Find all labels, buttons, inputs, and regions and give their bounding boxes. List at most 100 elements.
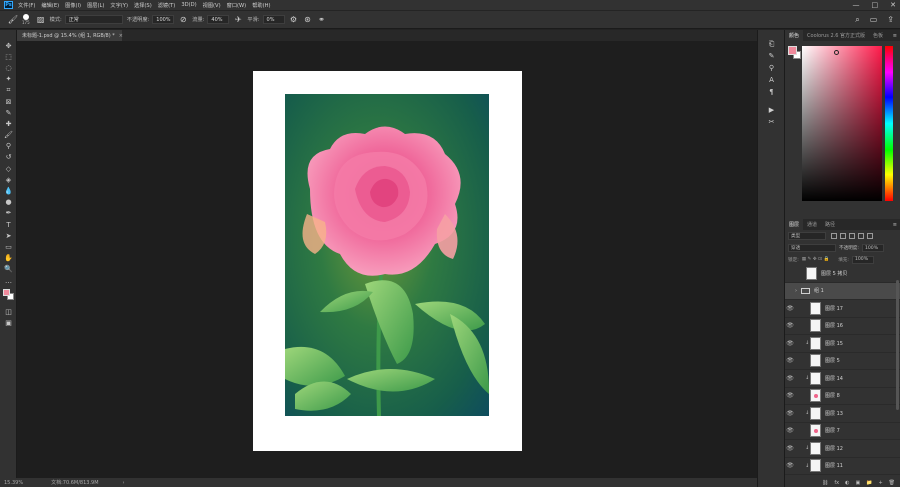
tab-coolorus[interactable]: Coolorus 2.6 官方正式版 (803, 30, 869, 41)
visibility-eye-icon[interactable]: 👁 (785, 340, 795, 347)
new-group-icon[interactable]: 📁 (866, 480, 872, 486)
menu-item-3[interactable]: 图层(L) (87, 2, 104, 9)
menu-item-0[interactable]: 文件(F) (18, 2, 35, 9)
document-tab[interactable]: 未标题-1.psd @ 15.4% (组 1, RGB/8) * × (17, 30, 123, 41)
close-tab-icon[interactable]: × (119, 33, 123, 39)
marquee-tool-icon[interactable]: ⬚ (0, 51, 17, 62)
blur-tool-icon[interactable]: 💧 (0, 185, 17, 196)
fill-field[interactable]: 100% (851, 255, 874, 264)
menu-item-4[interactable]: 文字(Y) (110, 2, 128, 9)
brush-settings-panel-icon[interactable]: ✎ (758, 50, 785, 62)
menu-item-7[interactable]: 3D(D) (181, 2, 196, 9)
layer-row[interactable]: 👁 ↓ 图层 12 (785, 440, 900, 458)
frame-tool-icon[interactable]: ⊠ (0, 96, 17, 107)
tools-settings-icon[interactable]: ✂ (758, 116, 785, 128)
eyedropper-icon[interactable]: ✎ (0, 107, 17, 118)
dodge-tool-icon[interactable]: ● (0, 197, 17, 208)
rose-artwork[interactable] (285, 94, 489, 416)
filter-shape-icon[interactable] (858, 233, 864, 239)
filter-type-icon[interactable] (849, 233, 855, 239)
layer-row[interactable]: › 组 1 (785, 282, 900, 300)
opacity-field[interactable]: 100% (152, 15, 175, 24)
clone-stamp-icon[interactable]: ⚲ (0, 141, 17, 152)
screen-mode-icon[interactable]: ▣ (0, 317, 17, 328)
menu-item-9[interactable]: 窗口(W) (227, 2, 247, 9)
menu-item-2[interactable]: 图像(I) (65, 2, 81, 9)
menu-item-6[interactable]: 滤镜(T) (158, 2, 176, 9)
magic-wand-icon[interactable]: ✦ (0, 74, 17, 85)
visibility-eye-icon[interactable]: 👁 (785, 445, 795, 452)
new-adjustment-icon[interactable]: ▣ (855, 480, 860, 486)
zoom-readout[interactable]: 15.39% (4, 480, 23, 486)
canvas-area[interactable] (17, 41, 757, 478)
flow-field[interactable]: 40% (207, 15, 230, 24)
panel-foreground-swatch[interactable] (788, 46, 797, 55)
smoothing-settings-icon[interactable]: ⚙ (289, 15, 299, 25)
filter-kind-select[interactable]: 类型 (788, 232, 826, 240)
filter-adjustment-icon[interactable] (840, 233, 846, 239)
smoothing-field[interactable]: 0% (262, 15, 285, 24)
lasso-tool-icon[interactable]: ◌ (0, 62, 17, 73)
shape-tool-icon[interactable]: ▭ (0, 241, 17, 252)
add-style-icon[interactable]: fx (834, 480, 839, 486)
maximize-button[interactable]: □ (872, 1, 879, 9)
paint-bucket-icon[interactable]: ◈ (0, 174, 17, 185)
menu-item-8[interactable]: 视图(V) (203, 2, 221, 9)
search-icon[interactable]: ⌕ (855, 15, 859, 25)
tab-layers[interactable]: 图层 (785, 219, 804, 230)
pressure-size-icon[interactable]: ⊛ (303, 15, 313, 25)
airbrush-icon[interactable]: ✈ (233, 15, 243, 25)
visibility-eye-icon[interactable]: 👁 (785, 357, 795, 364)
layer-row[interactable]: 👁 图层 17 (785, 300, 900, 318)
layer-row[interactable]: 👁 ↓ 图层 15 (785, 335, 900, 353)
layer-opacity-field[interactable]: 100% (861, 244, 884, 252)
path-select-icon[interactable]: ➤ (0, 230, 17, 241)
tab-channels[interactable]: 通道 (803, 219, 821, 230)
layer-row[interactable]: 👁 ↓ 图层 11 (785, 458, 900, 475)
foreground-color-swatch[interactable] (3, 289, 10, 297)
eraser-icon[interactable]: ◇ (0, 163, 17, 174)
share-icon[interactable]: ⇪ (887, 15, 894, 25)
mode-select[interactable]: 正常 (64, 15, 123, 24)
tab-swatches[interactable]: 色板 (869, 30, 887, 41)
menu-item-1[interactable]: 编辑(E) (41, 2, 59, 9)
hand-tool-icon[interactable]: ✋ (0, 253, 17, 264)
history-icon[interactable]: ⎗ (758, 38, 785, 50)
workspace-icon[interactable]: ▭ (870, 15, 878, 25)
type-tool-icon[interactable]: T (0, 219, 17, 230)
layer-row[interactable]: 👁 图层 7 (785, 423, 900, 440)
blend-mode-select[interactable]: 穿透 (788, 244, 836, 252)
history-brush-icon[interactable]: ↺ (0, 152, 17, 163)
visibility-eye-icon[interactable]: 👁 (785, 375, 795, 382)
menu-item-5[interactable]: 选择(S) (134, 2, 152, 9)
delete-layer-icon[interactable]: 🗑 (889, 480, 895, 486)
new-layer-icon[interactable]: + (878, 480, 882, 486)
add-mask-icon[interactable]: ◐ (845, 480, 849, 486)
link-layers-icon[interactable]: ⛓ (822, 480, 828, 486)
tab-color[interactable]: 颜色 (785, 30, 804, 41)
layer-row[interactable]: 👁 ↓ 图层 13 (785, 405, 900, 423)
move-tool-icon[interactable]: ✥ (0, 40, 17, 51)
pen-tool-icon[interactable]: ✒ (0, 208, 17, 219)
lock-icons[interactable]: ▦ ✎ ✥ ⊡ 🔒 (802, 257, 829, 262)
visibility-eye-icon[interactable]: 👁 (785, 322, 795, 329)
visibility-eye-icon[interactable]: 👁 (785, 462, 795, 469)
paragraph-icon[interactable]: ¶ (758, 86, 785, 98)
brush-tool-icon[interactable]: 🖌 (0, 130, 17, 141)
visibility-eye-icon[interactable]: 👁 (785, 392, 795, 399)
color-picker-field[interactable] (802, 46, 882, 201)
picker-cursor-icon[interactable] (834, 50, 839, 55)
color-panel-menu-icon[interactable]: ≡ (893, 33, 897, 39)
actions-play-icon[interactable]: ▶ (758, 104, 785, 116)
symmetry-icon[interactable]: ⚭ (317, 15, 327, 25)
layer-row[interactable]: 👁 图层 8 (785, 388, 900, 405)
more-tools-icon[interactable]: … (0, 275, 17, 286)
hue-slider[interactable] (885, 46, 893, 201)
character-icon[interactable]: A (758, 74, 785, 86)
filter-smart-icon[interactable] (867, 233, 873, 239)
status-arrow-icon[interactable]: › (123, 480, 125, 486)
zoom-tool-icon[interactable]: 🔍 (0, 264, 17, 275)
menu-item-10[interactable]: 帮助(H) (252, 2, 270, 9)
healing-brush-icon[interactable]: ✚ (0, 118, 17, 129)
crop-tool-icon[interactable]: ⌗ (0, 85, 17, 96)
